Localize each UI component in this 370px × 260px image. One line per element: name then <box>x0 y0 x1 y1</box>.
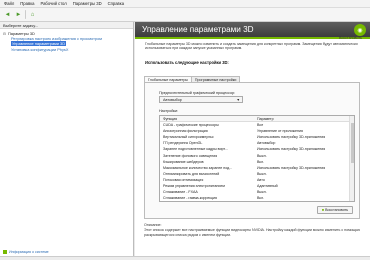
page-title: Управление параметрами 3D <box>142 25 254 34</box>
gpu-select[interactable]: Автовыбор ▼ <box>159 96 243 103</box>
tree-item-label: Установка конфигурации PhysX <box>11 46 69 52</box>
description-body: Этот список содержит все настраиваемые ф… <box>144 228 361 237</box>
section-title: Использовать следующие настройки 3D: <box>145 60 229 65</box>
main-content: Управление параметрами 3D ◉ Восстановить… <box>135 22 370 256</box>
chevron-down-icon: ▼ <box>236 98 240 102</box>
description-box: Описание: Этот список содержит все настр… <box>144 223 364 237</box>
feature-cell: Сглаживание - гамма-коррекция <box>163 196 217 201</box>
table-body: CUDA - графические процессоры Все Анизотро… <box>160 122 354 201</box>
menu-file[interactable]: Файл <box>4 1 14 6</box>
toolbar: ◄ ► ⌂ <box>0 8 370 22</box>
table-row[interactable]: Сглаживание - гамма-коррекция Вкл. <box>160 195 354 201</box>
system-info-label: Информация о системе <box>9 250 49 254</box>
forward-arrow-icon[interactable]: ► <box>14 10 23 19</box>
status-bar <box>0 256 370 260</box>
description-heading: Описание: <box>144 223 162 227</box>
restore-button[interactable]: ■Восстановить <box>317 206 353 214</box>
tree-item-physx-config[interactable]: Установка конфигурации PhysX <box>3 47 130 52</box>
back-arrow-icon[interactable]: ◄ <box>3 10 12 19</box>
page-description: Восстановить Глобальные параметры 3D мож… <box>135 36 370 57</box>
task-sidebar: Выберите задачу... ⊟ Параметры 3D Регулир… <box>0 22 134 256</box>
info-icon <box>3 250 7 254</box>
settings-label: Настройки: <box>159 109 179 113</box>
gpu-select-value: Автовыбор <box>163 98 182 102</box>
settings-panel: Предпочтительный графический процессор: … <box>144 82 360 219</box>
toolbar-separator <box>25 10 26 19</box>
menu-desktop[interactable]: Рабочий стол <box>40 1 66 6</box>
page-banner: Управление параметрами 3D ◉ <box>135 22 370 39</box>
column-header-feature[interactable]: Функция <box>160 116 253 121</box>
home-icon[interactable]: ⌂ <box>28 10 37 19</box>
setting-cell[interactable]: Вкл. <box>253 195 354 201</box>
gpu-label: Предпочтительный графический процессор: <box>159 91 236 95</box>
menu-help[interactable]: Справка <box>108 1 124 6</box>
task-tree: ⊟ Параметры 3D Регулировка настроек изобр… <box>0 29 133 54</box>
column-header-setting[interactable]: Параметр <box>253 116 354 121</box>
menu-edit[interactable]: Правка <box>20 1 34 6</box>
nvidia-restore-icon: ■ <box>321 208 325 212</box>
restore-link[interactable]: Восстановить <box>339 36 362 40</box>
nvidia-logo-icon: ◉ <box>354 24 366 36</box>
restore-button-label: Восстановить <box>325 208 349 212</box>
scrollbar-thumb[interactable] <box>351 123 354 163</box>
menu-3d-settings[interactable]: Параметры 3D <box>73 1 102 6</box>
table-scrollbar[interactable] <box>349 116 354 201</box>
description-text: Глобальные параметры 3D можно изменить и… <box>145 42 358 51</box>
sidebar-header: Выберите задачу... <box>0 22 133 29</box>
menu-bar: Файл Правка Рабочий стол Параметры 3D Сп… <box>0 0 370 8</box>
system-info-link[interactable]: Информация о системе <box>3 250 49 254</box>
settings-table: Функция Параметр CUDA - графические проц… <box>159 115 355 202</box>
